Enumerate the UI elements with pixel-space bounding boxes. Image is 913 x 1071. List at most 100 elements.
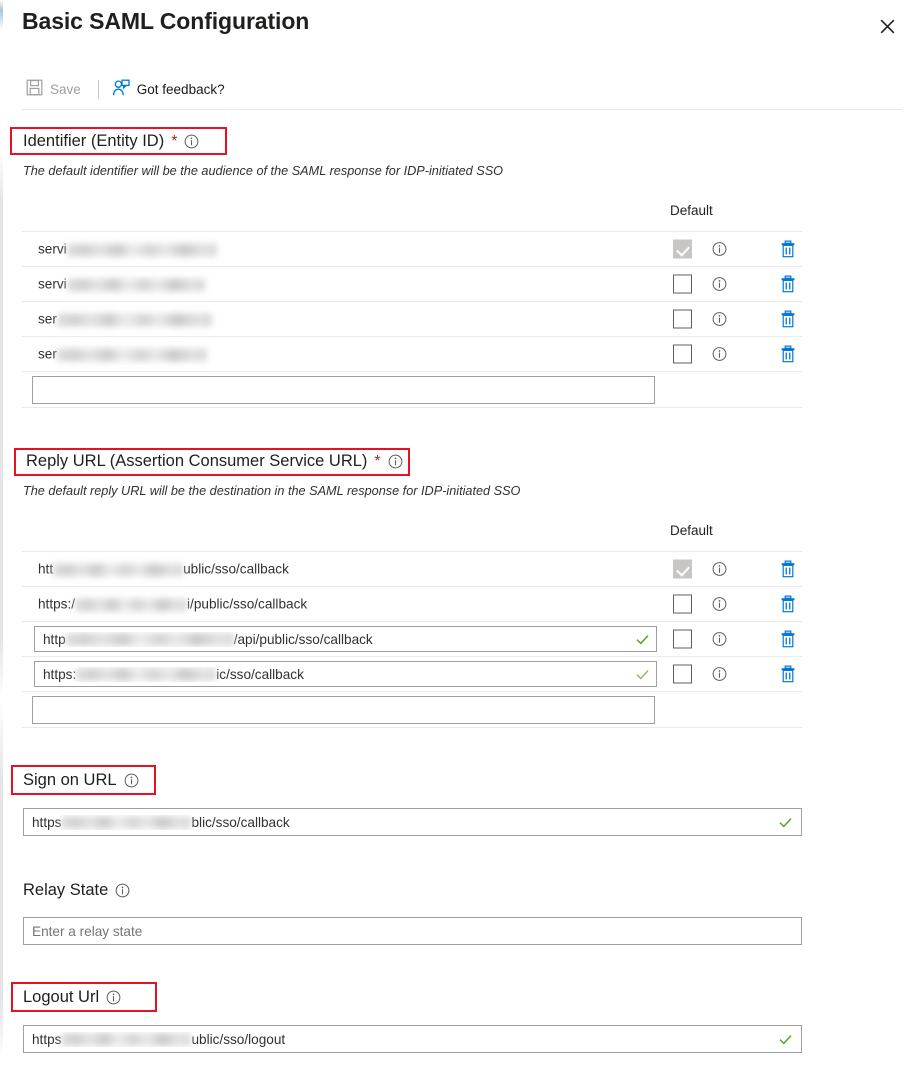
reply-url-input-text: https: ic/sso/callback xyxy=(43,667,631,682)
identifier-info-icon[interactable] xyxy=(184,134,199,149)
row-info-icon[interactable] xyxy=(712,667,727,682)
default-checkbox[interactable] xyxy=(673,559,692,579)
identifier-value: servi xyxy=(38,242,217,257)
command-separator xyxy=(97,79,99,99)
reply-url-input-text: http/api/public/sso/callback xyxy=(43,632,631,647)
sign-on-url-info-icon[interactable] xyxy=(124,773,139,788)
trash-icon xyxy=(781,310,795,328)
table-row[interactable]: http/api/public/sso/callback xyxy=(22,621,802,656)
default-checkbox[interactable] xyxy=(673,664,692,684)
person-feedback-icon xyxy=(112,79,130,100)
trash-icon xyxy=(781,240,795,258)
redacted-text xyxy=(66,243,217,257)
reply-url-default-column-header: Default xyxy=(670,523,713,538)
relay-state-label: Relay State xyxy=(23,881,130,900)
redacted-text xyxy=(61,1033,192,1047)
reply-url-value-prefix: https:/ xyxy=(38,596,76,612)
row-info-icon[interactable] xyxy=(712,347,727,362)
delete-row-button[interactable] xyxy=(779,240,797,258)
delete-row-button[interactable] xyxy=(779,630,797,648)
redacted-text xyxy=(61,816,192,830)
logout-url-label-text: Logout Url xyxy=(23,988,100,1006)
identifier-description: The default identifier will be the audie… xyxy=(23,164,504,178)
logout-url-info-icon[interactable] xyxy=(106,990,121,1005)
default-checkbox[interactable] xyxy=(673,594,692,614)
add-identifier-row[interactable] xyxy=(22,371,802,408)
row-info-icon[interactable] xyxy=(712,562,727,577)
got-feedback-label: Got feedback? xyxy=(136,81,225,97)
row-info-icon[interactable] xyxy=(712,597,727,612)
blade-left-edge-scrollbar[interactable] xyxy=(0,0,3,1071)
table-row[interactable]: ser xyxy=(22,336,802,371)
reply-url-table: htt ublic/sso/callback https:/ i/public/… xyxy=(22,551,802,728)
table-row[interactable]: servi xyxy=(22,266,802,301)
redacted-text xyxy=(56,313,212,327)
got-feedback-button[interactable]: Got feedback? xyxy=(108,73,233,105)
delete-row-button[interactable] xyxy=(779,595,797,613)
delete-row-button[interactable] xyxy=(779,345,797,363)
trash-icon xyxy=(781,665,795,683)
reply-url-value-prefix: https: xyxy=(43,666,77,682)
sign-on-url-value-suffix: blic/sso/callback xyxy=(191,814,290,830)
redacted-text xyxy=(66,278,205,292)
sign-on-url-input[interactable]: https blic/sso/callback xyxy=(23,808,802,836)
reply-url-value-prefix: htt xyxy=(38,561,54,577)
table-row[interactable]: htt ublic/sso/callback xyxy=(22,551,802,586)
table-row[interactable]: ser xyxy=(22,301,802,336)
relay-state-input[interactable] xyxy=(24,918,801,944)
delete-row-button[interactable] xyxy=(779,560,797,578)
valid-check-icon xyxy=(778,815,793,830)
reply-url-value: https:/ i/public/sso/callback xyxy=(38,597,307,612)
default-checkbox[interactable] xyxy=(673,344,692,364)
delete-row-button[interactable] xyxy=(779,310,797,328)
table-row[interactable]: https:/ i/public/sso/callback xyxy=(22,586,802,621)
trash-icon xyxy=(781,560,795,578)
default-checkbox[interactable] xyxy=(673,309,692,329)
valid-check-icon xyxy=(778,1032,793,1047)
table-row[interactable]: servi xyxy=(22,231,802,266)
default-checkbox[interactable] xyxy=(673,239,692,259)
row-info-icon[interactable] xyxy=(712,312,727,327)
relay-state-field[interactable] xyxy=(23,917,802,945)
reply-url-input[interactable]: http/api/public/sso/callback xyxy=(34,626,657,652)
identifier-value: servi xyxy=(38,277,205,292)
sign-on-url-value-prefix: https xyxy=(32,814,62,830)
identifier-label: Identifier (Entity ID) * xyxy=(23,132,199,151)
delete-row-button[interactable] xyxy=(779,665,797,683)
close-button[interactable] xyxy=(869,10,905,42)
reply-url-value-suffix: i/public/sso/callback xyxy=(187,596,308,612)
identifier-default-column-header: Default xyxy=(670,203,713,218)
add-identifier-input[interactable] xyxy=(32,375,655,404)
default-checkbox[interactable] xyxy=(673,274,692,294)
logout-url-input[interactable]: https ublic/sso/logout xyxy=(23,1025,802,1053)
reply-url-info-icon[interactable] xyxy=(388,454,403,469)
reply-url-input[interactable]: https: ic/sso/callback xyxy=(34,661,657,687)
identifier-value: ser xyxy=(38,312,212,327)
redacted-text xyxy=(65,633,234,647)
add-reply-url-row[interactable] xyxy=(22,691,802,728)
relay-state-info-icon[interactable] xyxy=(115,883,130,898)
identifier-value-prefix: ser xyxy=(38,311,57,327)
relay-state-label-text: Relay State xyxy=(23,881,109,899)
save-button[interactable]: Save xyxy=(22,73,89,105)
default-checkbox[interactable] xyxy=(673,629,692,649)
sign-on-url-label-text: Sign on URL xyxy=(23,771,117,789)
save-disk-icon xyxy=(26,79,43,99)
row-info-icon[interactable] xyxy=(712,277,727,292)
reply-url-label-text: Reply URL (Assertion Consumer Service UR… xyxy=(26,452,368,470)
command-bar: Save Got feedback? xyxy=(22,73,233,105)
reply-url-value: htt ublic/sso/callback xyxy=(38,562,289,577)
row-info-icon[interactable] xyxy=(712,632,727,647)
table-row[interactable]: https: ic/sso/callback xyxy=(22,656,802,691)
logout-url-value-prefix: https xyxy=(32,1031,62,1047)
redacted-text xyxy=(53,563,184,577)
save-label: Save xyxy=(50,81,81,97)
row-info-icon[interactable] xyxy=(712,242,727,257)
identifier-value-prefix: ser xyxy=(38,346,57,362)
reply-url-value-suffix: /api/public/sso/callback xyxy=(233,631,373,647)
add-reply-url-input[interactable] xyxy=(32,695,655,724)
reply-url-value-prefix: http xyxy=(43,631,66,647)
reply-url-required-marker: * xyxy=(374,452,381,470)
identifier-value-prefix: servi xyxy=(38,241,67,257)
delete-row-button[interactable] xyxy=(779,275,797,293)
